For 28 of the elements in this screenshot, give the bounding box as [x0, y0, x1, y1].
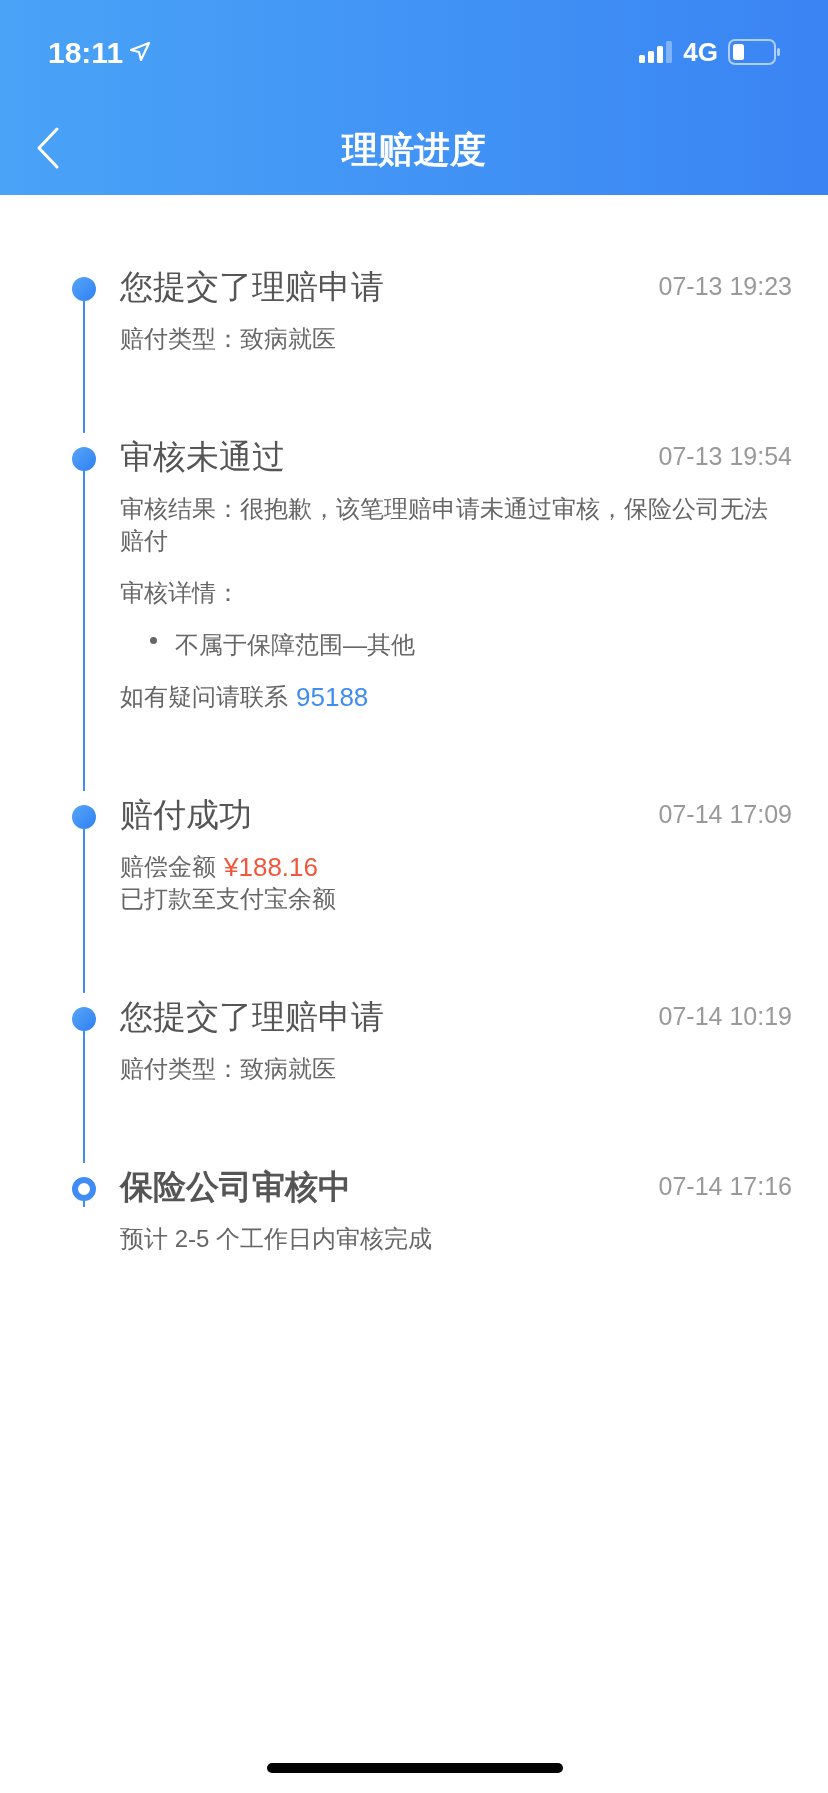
page-title: 理赔进度: [342, 127, 486, 172]
location-arrow-icon: [129, 41, 152, 63]
event-title: 审核未通过: [120, 437, 285, 477]
event-time: 07-13 19:54: [658, 441, 792, 473]
detail-text: 预计 2-5 个工作日内审核完成: [120, 1224, 434, 1254]
event-time: 07-14 17:16: [658, 1171, 792, 1203]
bullet-icon: [150, 636, 157, 644]
detail-text: 赔付类型：致病就医: [120, 324, 337, 354]
detail-text: 赔付类型：致病就医: [120, 1054, 337, 1084]
detail-text: 审核详情：: [120, 578, 241, 608]
detail-text: 审核结果：很抱歉，该笔理赔申请未通过审核，保险公司无法赔付: [120, 494, 769, 556]
event-title: 您提交了理赔申请: [120, 997, 384, 1037]
amount-label: 赔偿金额: [120, 852, 216, 882]
event-time: 07-14 17:09: [658, 799, 792, 831]
network-label: 4G: [683, 35, 718, 69]
battery-icon: [728, 39, 780, 65]
signal-icon: [639, 41, 674, 63]
detail-text: 不属于保障范围—其他: [175, 630, 415, 660]
event-time: 07-14 10:19: [658, 1001, 792, 1033]
status-time: 18:11: [48, 34, 124, 71]
contact-text: 如有疑问请联系: [120, 682, 288, 712]
detail-text: 已打款至支付宝余额: [120, 884, 337, 914]
amount-value: ¥188.16: [224, 851, 318, 883]
event-title: 您提交了理赔申请: [120, 267, 384, 307]
event-time: 07-13 19:23: [658, 271, 792, 303]
event-title: 保险公司审核中: [120, 1167, 351, 1207]
event-title: 赔付成功: [120, 795, 252, 835]
phone-link[interactable]: 95188: [296, 681, 369, 713]
